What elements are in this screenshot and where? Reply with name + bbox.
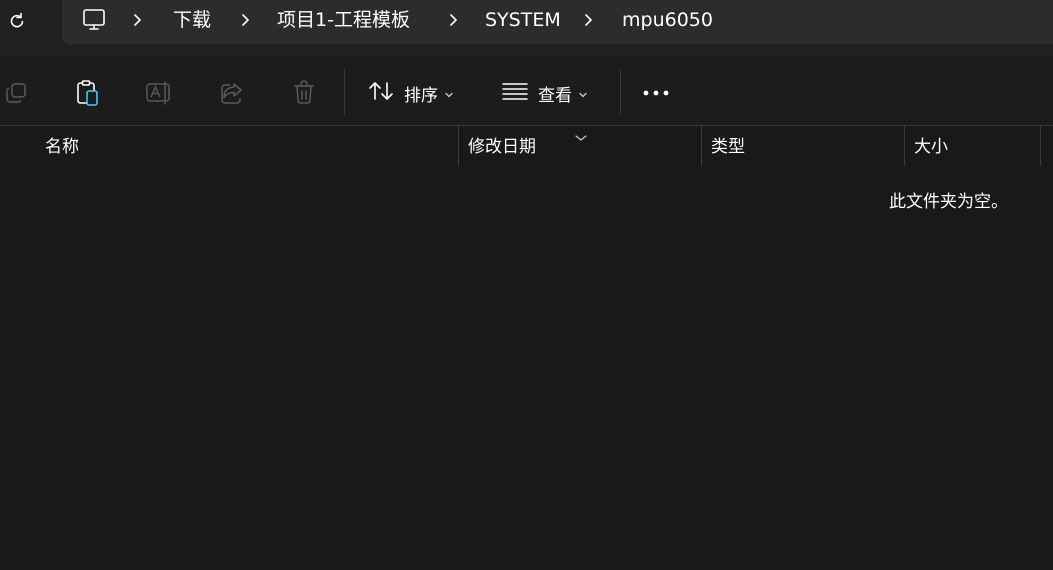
column-header-type[interactable]: 类型 (711, 126, 745, 166)
refresh-icon[interactable] (5, 9, 29, 33)
more-icon[interactable] (642, 79, 670, 107)
column-header-modified[interactable]: 修改日期 (468, 126, 536, 166)
view-button[interactable]: 查看 (502, 79, 588, 107)
chevron-right-icon[interactable] (583, 12, 595, 28)
copy-icon[interactable] (2, 79, 30, 107)
column-header-name[interactable]: 名称 (45, 126, 79, 166)
toolbar-divider (344, 69, 345, 115)
view-label: 查看 (538, 85, 572, 106)
chevron-right-icon[interactable] (448, 12, 460, 28)
column-divider[interactable] (1040, 126, 1041, 166)
rename-icon[interactable] (145, 79, 173, 107)
chevron-right-icon[interactable] (240, 12, 252, 28)
command-bar: 排序 查看 (0, 57, 1053, 125)
view-list-icon (502, 81, 528, 105)
toolbar-divider (620, 69, 621, 115)
paste-icon[interactable] (74, 79, 102, 107)
trash-icon[interactable] (290, 79, 318, 107)
navigation-bar: 下载 项目1-工程模板 SYSTEM mpu6050 (0, 0, 1053, 56)
breadcrumb-project[interactable]: 项目1-工程模板 (277, 8, 410, 32)
chevron-right-icon[interactable] (132, 12, 144, 28)
sort-icon (368, 79, 394, 107)
breadcrumb-downloads[interactable]: 下载 (173, 8, 211, 32)
empty-folder-message: 此文件夹为空。 (889, 192, 1008, 212)
chevron-down-icon (444, 84, 454, 103)
column-divider[interactable] (701, 126, 702, 166)
sort-label: 排序 (404, 85, 438, 106)
column-header-size[interactable]: 大小 (914, 126, 948, 166)
monitor-icon[interactable] (82, 8, 106, 32)
column-divider[interactable] (458, 126, 459, 166)
breadcrumb-system[interactable]: SYSTEM (485, 8, 561, 32)
breadcrumb-mpu6050[interactable]: mpu6050 (622, 8, 713, 32)
share-icon[interactable] (218, 79, 246, 107)
sort-button[interactable]: 排序 (368, 79, 454, 107)
chevron-down-icon (578, 84, 588, 103)
sort-indicator-icon (574, 127, 588, 146)
column-divider[interactable] (904, 126, 905, 166)
